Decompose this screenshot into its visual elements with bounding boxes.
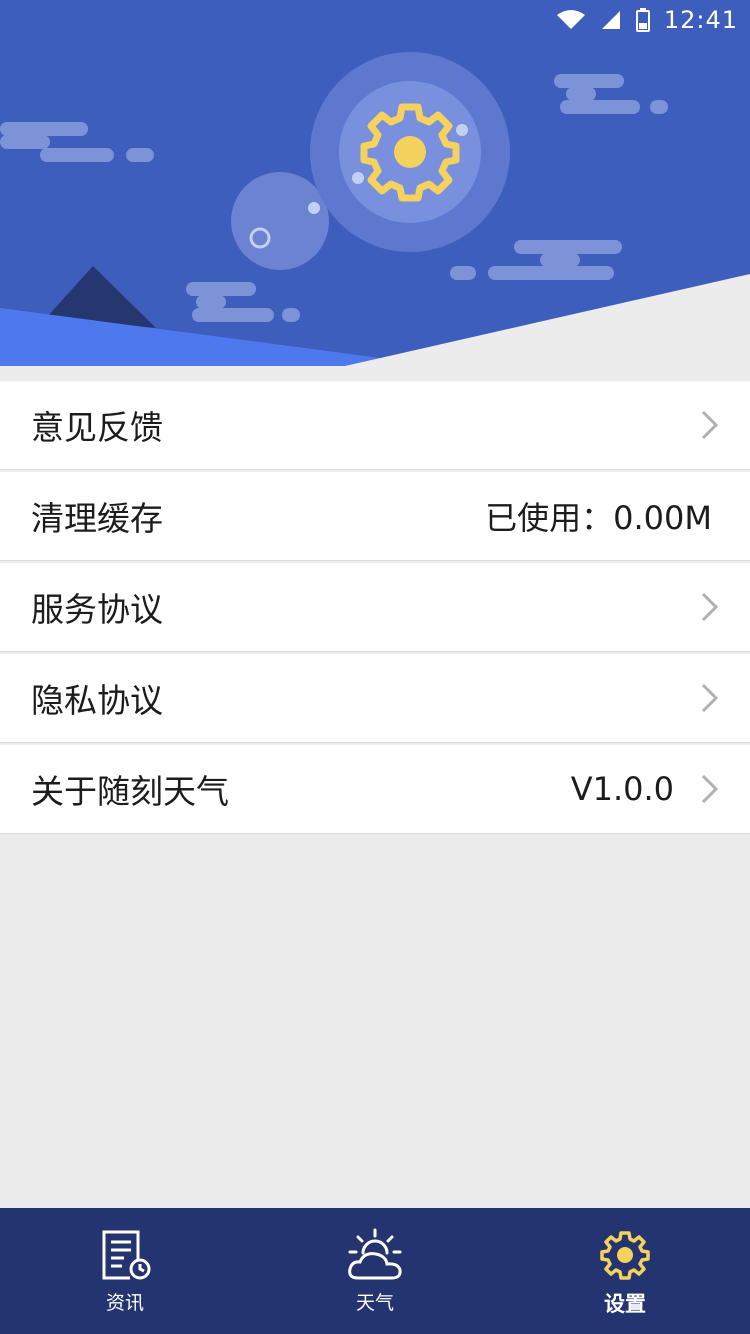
tab-settings[interactable]: 设置 bbox=[500, 1208, 750, 1334]
menu-item-privacy-policy[interactable]: 隐私协议 bbox=[0, 654, 750, 743]
version-value: V1.0.0 bbox=[570, 770, 674, 808]
settings-icon bbox=[600, 1231, 650, 1280]
cache-size-value: 已使用：0.00M bbox=[485, 499, 712, 537]
chevron-right-icon bbox=[701, 774, 719, 804]
menu-item-service-agreement[interactable]: 服务协议 bbox=[0, 563, 750, 652]
signal-icon bbox=[600, 9, 622, 31]
menu-item-about[interactable]: 关于随刻天气 V1.0.0 bbox=[0, 745, 750, 834]
menu-item-label: 意见反馈 bbox=[31, 408, 163, 447]
news-icon bbox=[102, 1230, 151, 1280]
menu-item-label: 服务协议 bbox=[31, 590, 163, 629]
menu-item-label: 隐私协议 bbox=[31, 681, 163, 720]
menu-item-feedback[interactable]: 意见反馈 bbox=[0, 381, 750, 470]
tab-weather[interactable]: 天气 bbox=[250, 1208, 500, 1334]
status-time: 12:41 bbox=[663, 6, 738, 34]
header-banner bbox=[0, 0, 750, 366]
chevron-right-icon bbox=[701, 410, 719, 440]
tab-label: 设置 bbox=[604, 1292, 646, 1316]
tab-label: 天气 bbox=[355, 1292, 394, 1314]
status-bar: 12:41 bbox=[0, 0, 750, 40]
settings-menu: 意见反馈 清理缓存 已使用：0.00M 服务协议 隐私协议 关于随刻天气 V1.… bbox=[0, 381, 750, 834]
chevron-right-icon bbox=[701, 683, 719, 713]
wifi-icon bbox=[556, 9, 586, 31]
battery-icon bbox=[635, 8, 650, 32]
tab-news[interactable]: 资讯 bbox=[0, 1208, 250, 1334]
menu-item-label: 关于随刻天气 bbox=[31, 772, 229, 811]
menu-item-clear-cache[interactable]: 清理缓存 已使用：0.00M bbox=[0, 472, 750, 561]
menu-item-label: 清理缓存 bbox=[31, 499, 163, 538]
bottom-tab-bar: 资讯 天气 设置 bbox=[0, 1208, 750, 1334]
chevron-right-icon bbox=[701, 592, 719, 622]
settings-gear-illustration bbox=[0, 0, 750, 366]
tab-label: 资讯 bbox=[105, 1292, 144, 1314]
weather-icon bbox=[348, 1228, 402, 1280]
